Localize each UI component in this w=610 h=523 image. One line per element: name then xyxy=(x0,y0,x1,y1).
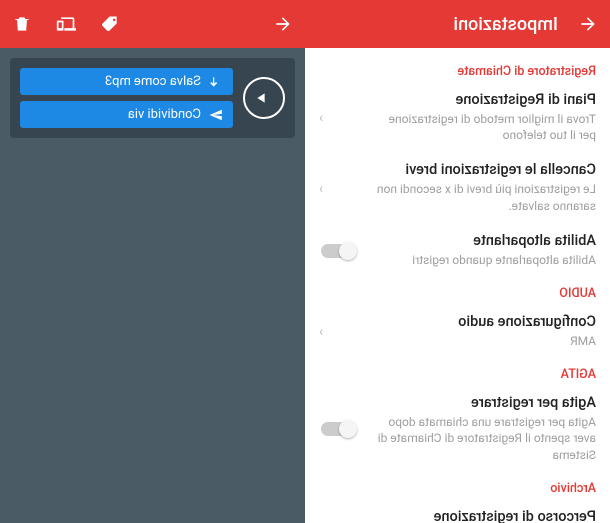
row-recording-plans[interactable]: Piani di Registrazione Trova il miglior … xyxy=(319,83,596,153)
back-arrow-icon[interactable] xyxy=(273,14,293,34)
row-title: Abilita altoparlante xyxy=(319,232,596,249)
settings-title: Impostazioni xyxy=(453,14,558,35)
row-title: Configurazione audio xyxy=(319,313,596,330)
settings-body: Registratore di Chiamate Piani di Regist… xyxy=(305,48,610,523)
trash-icon[interactable] xyxy=(12,14,32,34)
row-title: Agita per registrare xyxy=(319,394,596,411)
row-delete-short[interactable]: Cancella le registrazioni brevi Le regis… xyxy=(319,153,596,223)
devices-icon[interactable] xyxy=(56,14,76,34)
chevron-right-icon: › xyxy=(319,324,323,340)
chevron-right-icon: › xyxy=(319,181,323,197)
share-button[interactable]: Condividi via xyxy=(20,101,233,128)
save-label: Salva come mp3 xyxy=(105,74,201,89)
action-buttons: Salva come mp3 Condividi via xyxy=(20,68,233,128)
settings-header: Impostazioni xyxy=(305,0,610,48)
save-icon xyxy=(209,75,223,89)
player-screen: Salva come mp3 Condividi via xyxy=(0,0,305,523)
chevron-right-icon: › xyxy=(319,110,323,126)
row-recording-path[interactable]: Percorso di registrazione /storage/emula… xyxy=(319,500,596,523)
play-button[interactable] xyxy=(243,77,285,119)
section-call-recorder: Registratore di Chiamate xyxy=(319,64,596,79)
player-header xyxy=(0,0,305,48)
row-audio-config[interactable]: Configurazione audio AMR › xyxy=(319,305,596,359)
row-title: Cancella le registrazioni brevi xyxy=(319,161,596,178)
back-arrow-icon[interactable] xyxy=(578,14,598,34)
row-enable-speaker[interactable]: Abilita altoparlante Abilita altoparlant… xyxy=(319,224,596,278)
row-sub: Abilita altoparlante quando registri xyxy=(319,252,596,268)
row-shake-record[interactable]: Agita per registrare Agita per registrar… xyxy=(319,386,596,473)
settings-screen: Impostazioni Registratore di Chiamate Pi… xyxy=(305,0,610,523)
share-icon xyxy=(209,108,223,122)
share-label: Condividi via xyxy=(128,107,201,122)
save-mp3-button[interactable]: Salva come mp3 xyxy=(20,68,233,95)
row-sub: AMR xyxy=(319,333,596,349)
tag-icon[interactable] xyxy=(100,14,120,34)
section-archive: Archivio xyxy=(319,481,596,496)
play-icon xyxy=(255,90,271,106)
speaker-toggle[interactable] xyxy=(321,244,355,258)
player-card: Salva come mp3 Condividi via xyxy=(10,58,295,138)
row-title: Piani di Registrazione xyxy=(319,91,596,108)
section-audio: AUDIO xyxy=(319,286,596,301)
row-sub: Trova il miglior metodo di registrazione… xyxy=(319,111,596,143)
shake-toggle[interactable] xyxy=(321,422,355,436)
row-sub: Le registrazioni più brevi di x secondi … xyxy=(319,181,596,213)
section-shake: AGITA xyxy=(319,367,596,382)
row-sub: Agita per registrare una chiamata dopo a… xyxy=(319,414,596,463)
row-title: Percorso di registrazione xyxy=(319,508,596,523)
